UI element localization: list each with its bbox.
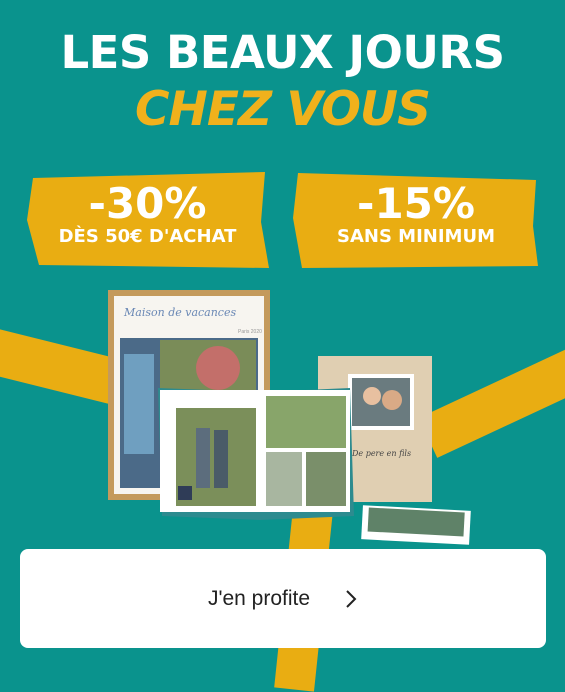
offer-badge-2: -15% SANS MINIMUM: [292, 168, 540, 272]
offer-badge-1: -30% DÈS 50€ D'ACHAT: [25, 168, 270, 272]
offer-percent: -30%: [88, 179, 207, 228]
offer-condition: DÈS 50€ D'ACHAT: [58, 226, 237, 247]
book-title: De pere en fils: [351, 449, 411, 458]
photo-prints: [361, 505, 471, 545]
cta-label: J'en profite: [207, 586, 311, 610]
frame-title: Maison de vacances: [123, 306, 236, 319]
cta-button[interactable]: J'en profite: [20, 549, 546, 648]
product-image: Maison de vacances Paris 2020 De pere en…: [108, 290, 471, 545]
chevron-right-icon: [346, 589, 357, 608]
offer-percent: -15%: [357, 179, 475, 228]
frame-subtitle: Paris 2020: [238, 329, 262, 335]
headline-line2: CHEZ VOUS: [135, 82, 431, 137]
photo-book-open: [158, 388, 354, 520]
offer-condition: SANS MINIMUM: [336, 226, 495, 247]
headline-line1: LES BEAUX JOURS: [60, 26, 505, 79]
